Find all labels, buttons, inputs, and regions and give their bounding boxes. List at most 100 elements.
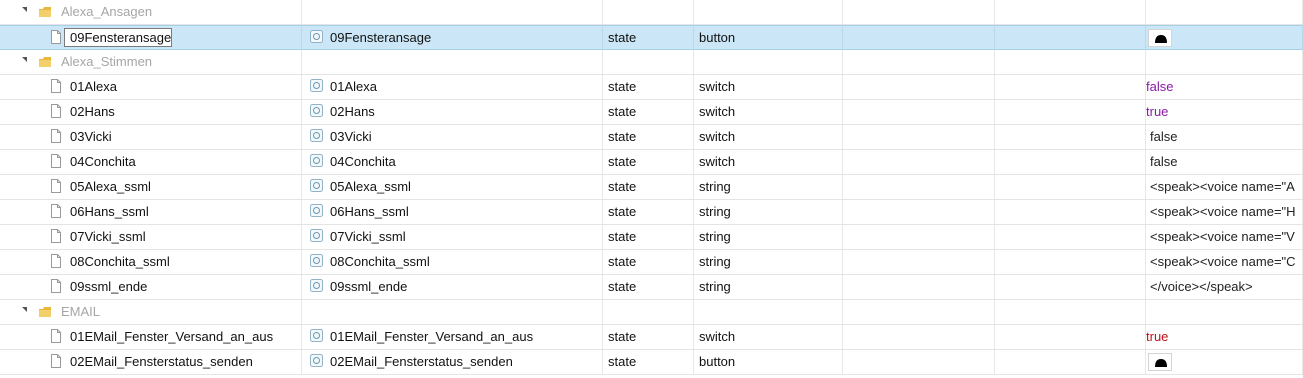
grid-cell xyxy=(995,250,1146,274)
file-shape xyxy=(51,354,61,368)
triangle-down-icon[interactable] xyxy=(22,7,27,12)
object-row[interactable]: 02Hans 02Hans state switch true xyxy=(0,100,1303,125)
object-row[interactable]: 09ssml_ende 09ssml_ende state string </voice… xyxy=(0,275,1303,300)
object-role: switch xyxy=(699,154,736,169)
object-type: state xyxy=(608,329,637,344)
grid-cell xyxy=(843,300,995,324)
object-row[interactable]: 01Alexa 01Alexa state switch false xyxy=(0,75,1303,100)
object-row[interactable]: 06Hans_ssml 06Hans_ssml state string <speak>… xyxy=(0,200,1303,225)
state-shape xyxy=(310,254,323,267)
state-shape xyxy=(310,154,323,167)
file-shape xyxy=(51,79,61,93)
object-role: string xyxy=(699,204,731,219)
grid-cell xyxy=(0,275,302,299)
grid-cell xyxy=(843,350,995,374)
grid-cell xyxy=(995,300,1146,324)
object-id: 01EMail_Fenster_Versand_an_aus xyxy=(330,329,534,344)
grid-cell xyxy=(1146,100,1303,124)
object-name: 02EMail_Fensterstatus_senden xyxy=(70,354,253,369)
folder-label: Alexa_Ansagen xyxy=(61,4,153,19)
object-name: 07Vicki_ssml xyxy=(70,229,146,244)
grid-cell xyxy=(603,0,694,24)
state-object-icon xyxy=(310,329,323,342)
object-row[interactable]: 07Vicki_ssml 07Vicki_ssml state string <spea… xyxy=(0,225,1303,250)
file-icon xyxy=(51,354,61,368)
object-role: string xyxy=(699,179,731,194)
grid-cell xyxy=(0,150,302,174)
state-object-icon xyxy=(310,129,323,142)
object-row[interactable]: 05Alexa_ssml 05Alexa_ssml state string <spea… xyxy=(0,175,1303,200)
folder-label: EMAIL xyxy=(61,304,101,319)
object-type: state xyxy=(608,354,637,369)
object-row[interactable]: 08Conchita_ssml 08Conchita_ssml state strin… xyxy=(0,250,1303,275)
grid-cell xyxy=(843,0,995,24)
object-tree-grid: Alexa_Ansagen 09Fensteransage 09Fensterans… xyxy=(0,0,1303,378)
object-value: <speak><voice name="A xyxy=(1150,179,1295,194)
grid-cell xyxy=(603,50,694,74)
object-id: 06Hans_ssml xyxy=(330,204,409,219)
grid-cell xyxy=(843,225,995,249)
object-name: 02Hans xyxy=(70,104,115,119)
file-icon xyxy=(51,229,61,243)
grid-cell xyxy=(1146,50,1303,74)
state-shape xyxy=(310,354,323,367)
file-icon xyxy=(51,179,61,193)
grid-cell xyxy=(843,125,995,149)
grid-cell xyxy=(843,100,995,124)
grid-cell xyxy=(1146,300,1303,324)
object-name: 03Vicki xyxy=(70,129,112,144)
state-object-icon xyxy=(310,229,323,242)
state-shape xyxy=(310,229,323,242)
object-name: 09Fensteransage xyxy=(70,30,172,45)
folder-row[interactable]: EMAIL xyxy=(0,300,1303,325)
grid-cell xyxy=(603,300,694,324)
object-row[interactable]: 09Fensteransage 09Fensteransage state butto… xyxy=(0,25,1303,50)
grid-cell xyxy=(694,50,843,74)
state-shape xyxy=(310,30,323,43)
object-row[interactable]: 02EMail_Fensterstatus_senden 02EMail_Fens… xyxy=(0,350,1303,375)
object-role: switch xyxy=(699,79,736,94)
state-object-icon xyxy=(310,104,323,117)
object-row[interactable]: 04Conchita 04Conchita state switch false xyxy=(0,150,1303,175)
object-name: 06Hans_ssml xyxy=(70,204,149,219)
triangle-down-icon[interactable] xyxy=(22,307,27,312)
grid-cell xyxy=(995,100,1146,124)
grid-cell xyxy=(995,26,1146,50)
object-value: false xyxy=(1150,129,1178,144)
object-type: state xyxy=(608,229,637,244)
object-value: <speak><voice name="V xyxy=(1150,229,1295,244)
object-type: state xyxy=(608,279,637,294)
state-shape xyxy=(310,129,323,142)
file-icon xyxy=(51,254,61,268)
bell-button-icon[interactable] xyxy=(1148,353,1172,371)
state-object-icon xyxy=(310,30,323,43)
grid-cell xyxy=(843,200,995,224)
triangle-down-icon[interactable] xyxy=(22,57,27,62)
bell-button-icon[interactable] xyxy=(1148,29,1172,47)
file-shape xyxy=(51,329,61,343)
grid-cell xyxy=(843,250,995,274)
grid-cell xyxy=(995,325,1146,349)
object-name: 01Alexa xyxy=(70,79,117,94)
object-type: state xyxy=(608,179,637,194)
state-object-icon xyxy=(310,279,323,292)
object-row[interactable]: 03Vicki 03Vicki state switch false xyxy=(0,125,1303,150)
grid-cell xyxy=(843,325,995,349)
grid-cell xyxy=(995,350,1146,374)
grid-cell xyxy=(694,0,843,24)
object-row[interactable]: 01EMail_Fenster_Versand_an_aus 01EMail_Fe… xyxy=(0,325,1303,350)
object-name: 08Conchita_ssml xyxy=(70,254,170,269)
folder-row[interactable]: Alexa_Stimmen xyxy=(0,50,1303,75)
file-icon xyxy=(51,154,61,168)
state-object-icon xyxy=(310,179,323,192)
folder-icon xyxy=(39,5,51,17)
state-object-icon xyxy=(310,254,323,267)
state-object-icon xyxy=(310,79,323,92)
grid-cell xyxy=(843,275,995,299)
grid-cell xyxy=(0,125,302,149)
folder-row[interactable]: Alexa_Ansagen xyxy=(0,0,1303,25)
object-name: 01EMail_Fenster_Versand_an_aus xyxy=(70,329,274,344)
object-name: 05Alexa_ssml xyxy=(70,179,151,194)
bell-shape xyxy=(1155,359,1167,367)
state-object-icon xyxy=(310,154,323,167)
